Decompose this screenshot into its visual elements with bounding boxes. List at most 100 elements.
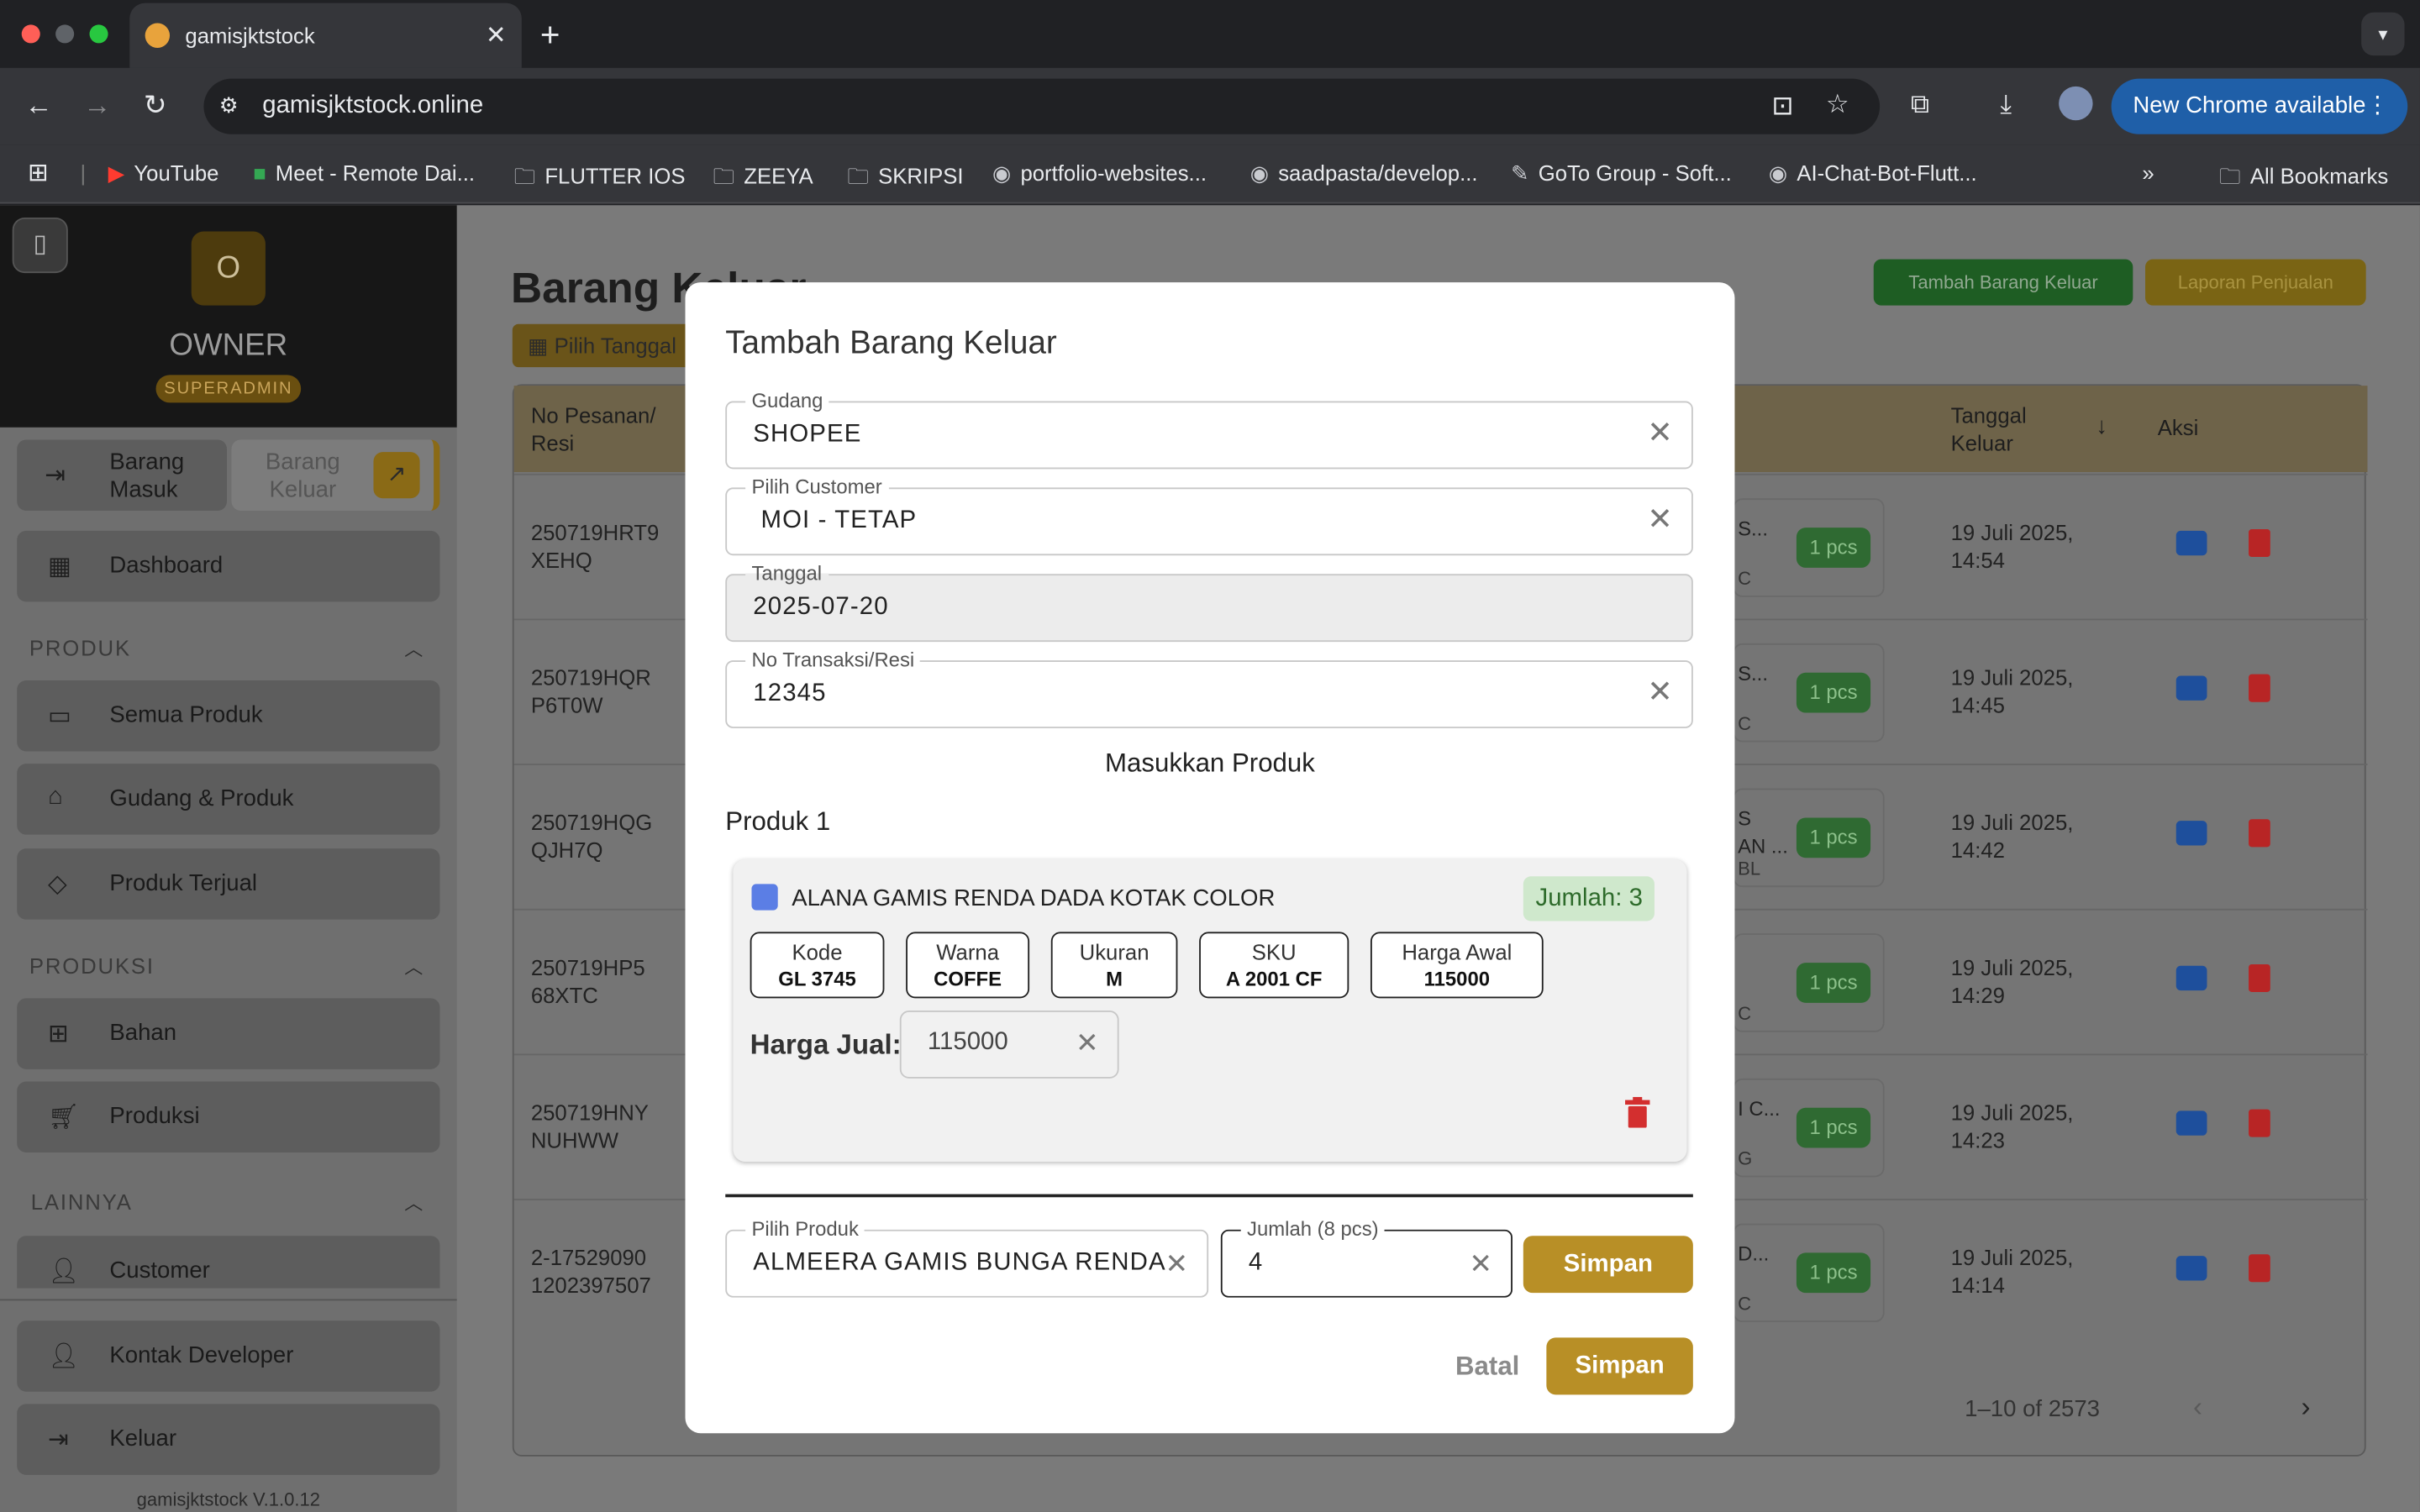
address-bar[interactable]: ⚙ gamisjktstock.online ⊡ ☆ — [203, 78, 1881, 134]
print-icon[interactable] — [2175, 530, 2207, 556]
bookmark-meet[interactable]: ■ Meet - Remote Dai... — [253, 160, 475, 185]
delete-product-icon[interactable] — [1623, 1096, 1651, 1128]
logout-icon: ⇥ — [47, 1426, 69, 1454]
bookmark-saadpasta[interactable]: ◉ saadpasta/develop... — [1250, 160, 1478, 186]
clear-icon[interactable]: ✕ — [1076, 1027, 1099, 1060]
logout-button[interactable]: ⇥ Keluar — [17, 1404, 440, 1475]
jumlah-field[interactable]: Jumlah (8 pcs) 4 ✕ — [1220, 1217, 1512, 1298]
bookmark-folder-skripsi[interactable]: 🗀 SKRIPSI — [847, 160, 963, 197]
chevron-up-icon[interactable]: ︿ — [404, 636, 423, 662]
new-tab-icon[interactable]: + — [540, 15, 560, 55]
print-icon[interactable] — [2175, 965, 2207, 991]
column-header-date[interactable]: Tanggal Keluar — [1951, 402, 2027, 457]
product-cell: C 1 pcs — [1733, 933, 1885, 1032]
sidebar-item-kontak-developer[interactable]: 👤︎ Kontak Developer — [17, 1320, 440, 1392]
section-label-produk: PRODUK — [29, 635, 131, 661]
url-text: gamisjktstock.online — [262, 92, 484, 119]
sales-report-button[interactable]: Laporan Penjualan — [2145, 259, 2366, 306]
reload-icon[interactable]: ↻ — [144, 90, 167, 123]
sidebar-item-dashboard[interactable]: ▦ Dashboard — [17, 530, 440, 602]
add-person-icon: 👤︎ — [47, 1258, 80, 1285]
back-icon[interactable]: ← — [24, 90, 52, 123]
gudang-field[interactable]: Gudang SHOPEE ✕ — [725, 388, 1693, 470]
bookmark-portfolio[interactable]: ◉ portfolio-websites... — [992, 160, 1207, 186]
next-page-icon[interactable]: › — [2302, 1392, 2311, 1425]
user-logo: O — [191, 231, 266, 306]
profile-avatar[interactable] — [2059, 86, 2093, 121]
role-badge: SUPERADMIN — [155, 375, 302, 403]
print-icon[interactable] — [2175, 1110, 2207, 1136]
minimize-window-button[interactable] — [55, 24, 75, 44]
order-number: 250719HNY NUHWW — [530, 1100, 649, 1153]
resi-field[interactable]: No Transaksi/Resi 12345 ✕ — [725, 648, 1693, 728]
print-icon[interactable] — [2175, 821, 2207, 846]
install-app-icon[interactable]: ⊡ — [1772, 91, 1794, 122]
clear-icon[interactable]: ✕ — [1647, 677, 1673, 708]
trash-icon[interactable] — [2249, 528, 2270, 558]
bookmark-star-icon[interactable]: ☆ — [1826, 90, 1849, 121]
update-chrome-button[interactable]: New Chrome available ⋮ — [2111, 78, 2408, 134]
product-name: ALANA GAMIS RENDA DADA KOTAK COLOR — [792, 885, 1276, 912]
customer-field[interactable]: Pilih Customer MOI - TETAP ✕ — [725, 475, 1693, 556]
trash-icon[interactable] — [2249, 674, 2270, 702]
tanggal-field: Tanggal 2025-07-20 — [725, 561, 1693, 643]
sidebar-item-semua-produk[interactable]: ▭ Semua Produk — [17, 680, 440, 752]
order-number: 250719HQR P6T0W — [530, 664, 651, 718]
browser-toolbar: ← → ↻ ⚙ gamisjktstock.online ⊡ ☆ ⧉ ⤓ New… — [0, 67, 2420, 145]
column-header-order: No Pesanan/ Resi — [530, 402, 656, 455]
save-button[interactable]: Simpan — [1546, 1337, 1693, 1395]
all-bookmarks-folder[interactable]: 🗀 All Bookmarks — [2219, 160, 2388, 197]
more-bookmarks-icon[interactable]: » — [2142, 160, 2154, 185]
clear-icon[interactable]: ✕ — [1647, 418, 1673, 449]
sidebar-item-produk-terjual[interactable]: ◇ Produk Terjual — [17, 848, 440, 920]
harga-jual-input[interactable]: 115000 ✕ — [899, 1011, 1119, 1079]
prev-page-icon[interactable]: ‹ — [2193, 1392, 2202, 1425]
add-barang-keluar-button[interactable]: Tambah Barang Keluar — [1873, 259, 2133, 306]
sidebar-item-customer[interactable]: 👤︎ Customer — [17, 1236, 440, 1289]
clear-icon[interactable]: ✕ — [1165, 1248, 1189, 1279]
trash-icon[interactable] — [2249, 819, 2270, 848]
trash-icon[interactable] — [2249, 1109, 2270, 1137]
bookmark-goto[interactable]: ✎ GoTo Group - Soft... — [1511, 160, 1732, 186]
forward-icon[interactable]: → — [83, 90, 111, 123]
bookmark-youtube[interactable]: ▶ YouTube — [108, 160, 219, 186]
sort-arrow-icon[interactable]: ↓ — [2096, 413, 2107, 439]
pilih-produk-field[interactable]: Pilih Produk ALMEERA GAMIS BUNGA RENDA ✕ — [725, 1217, 1209, 1298]
sidebar-item-barang-keluar[interactable]: Barang Keluar ↗ — [231, 439, 440, 511]
browser-tab[interactable]: gamisjktstock ✕ — [129, 3, 522, 68]
downloads-icon[interactable]: ⤓ — [2000, 90, 2012, 121]
sidebar-item-gudang-produk[interactable]: ⌂ Gudang & Produk — [17, 764, 440, 835]
sidebar-item-bahan[interactable]: ⊞ Bahan — [17, 998, 440, 1069]
simpan-product-button[interactable]: Simpan — [1523, 1236, 1693, 1294]
sidebar-item-produksi[interactable]: 🛒︎ Produksi — [17, 1081, 440, 1153]
chevron-up-icon[interactable]: ︿ — [404, 1189, 423, 1215]
sidebar-item-barang-masuk[interactable]: ⇥ Barang Masuk — [17, 439, 227, 511]
cancel-button[interactable]: Batal — [1455, 1352, 1519, 1383]
print-icon[interactable] — [2175, 1256, 2207, 1281]
inventory-icon — [751, 884, 778, 911]
close-tab-icon[interactable]: ✕ — [486, 20, 507, 51]
print-icon[interactable] — [2175, 675, 2207, 701]
order-number: 250719HRT9 XEHQ — [530, 519, 660, 573]
sidebar-header: ▯ O OWNER SUPERADMIN — [0, 205, 457, 428]
tab-search-icon[interactable]: ▾ — [2361, 12, 2405, 56]
sidebar-toggle-icon[interactable]: ▯ — [12, 217, 68, 274]
trash-icon[interactable] — [2249, 1254, 2270, 1283]
chip-kode: Kode GL 3745 — [750, 932, 885, 999]
extensions-icon[interactable]: ⧉ — [1911, 90, 1929, 121]
clear-icon[interactable]: ✕ — [1647, 505, 1673, 536]
clear-icon[interactable]: ✕ — [1469, 1248, 1492, 1279]
harga-jual-label: Harga Jual: — [750, 1029, 902, 1060]
trash-icon[interactable] — [2249, 963, 2270, 992]
maximize-window-button[interactable] — [89, 24, 108, 44]
close-window-button[interactable] — [21, 24, 40, 44]
bookmark-folder-zeeya[interactable]: 🗀 ZEEYA — [713, 160, 813, 197]
field-value: ALMEERA GAMIS BUNGA RENDA — [753, 1249, 1166, 1276]
chevron-up-icon[interactable]: ︿ — [404, 953, 423, 979]
apps-grid-icon[interactable]: ⊞ — [28, 157, 49, 188]
bookmark-ai-chat-bot[interactable]: ◉ AI-Chat-Bot-Flutt... — [1769, 160, 1977, 186]
login-icon: ⇥ — [45, 463, 66, 490]
product-text: S... — [1738, 517, 1768, 540]
bookmark-folder-flutter-ios[interactable]: 🗀 FLUTTER IOS — [514, 160, 686, 197]
site-info-icon[interactable]: ⚙ — [219, 92, 239, 118]
